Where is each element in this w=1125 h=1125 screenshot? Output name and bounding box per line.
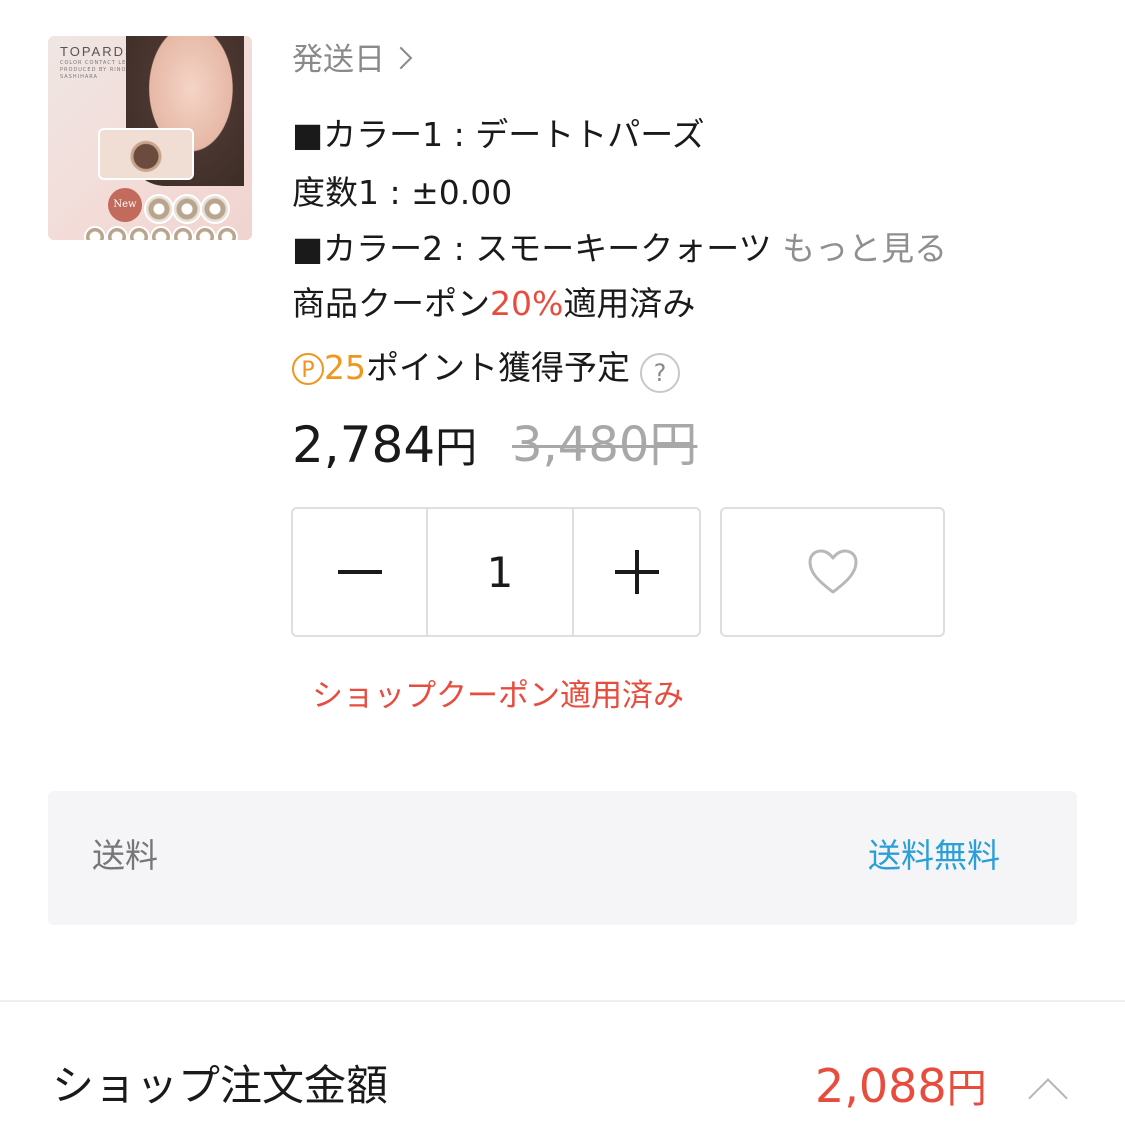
current-price: 2,784円: [292, 415, 477, 478]
quantity-value[interactable]: 1: [426, 509, 574, 635]
option-color1: ■カラー1 : デートトパーズ: [292, 115, 705, 154]
coupon-prefix: 商品クーポン: [292, 284, 490, 323]
show-more-link[interactable]: もっと見る: [782, 229, 947, 268]
heart-icon: [808, 549, 857, 594]
chevron-right-icon: [389, 46, 413, 70]
new-badge: New: [108, 188, 142, 222]
shop-total-currency: 円: [946, 1066, 987, 1112]
shop-total-value: 2,088: [815, 1059, 947, 1113]
lens-swatch: [216, 226, 238, 240]
thumbnail-brand: TOPARDS: [60, 44, 136, 59]
lens-swatch: [84, 226, 106, 240]
current-price-value: 2,784: [292, 416, 436, 474]
minus-icon: [337, 570, 382, 574]
plus-icon: [614, 550, 659, 594]
shop-total-label: ショップ注文金額: [52, 1061, 389, 1110]
lens-swatch: [172, 194, 202, 224]
lens-swatch: [144, 194, 174, 224]
eye-closeup: [98, 128, 194, 180]
coupon-suffix: 適用済み: [563, 284, 696, 323]
shop-total-amount: 2,088円: [815, 1060, 987, 1115]
shipping-date-label: 発送日: [292, 42, 385, 78]
lens-swatch: [128, 226, 150, 240]
shipping-label: 送料: [92, 836, 158, 875]
product-coupon-line: 商品クーポン20%適用済み: [292, 284, 695, 324]
product-thumbnail[interactable]: TOPARDS COLOR CONTACT LENSES PRODUCED BY…: [48, 36, 252, 240]
lens-swatch: [150, 226, 172, 240]
lens-swatch: [172, 226, 194, 240]
option-color2: ■カラー2 : スモーキークォーツ: [292, 229, 772, 268]
quantity-stepper: 1: [291, 507, 701, 637]
help-icon[interactable]: ?: [640, 353, 680, 393]
chevron-up-icon[interactable]: [1028, 1078, 1068, 1118]
decrease-quantity-button[interactable]: [293, 509, 426, 635]
lens-swatch: [200, 194, 230, 224]
option-color2-row: ■カラー2 : スモーキークォーツ もっと見る: [292, 229, 947, 269]
points-label: ポイント獲得予定: [366, 348, 630, 387]
shop-coupon-applied: ショップクーポン適用済み: [312, 678, 684, 714]
points-value: 25: [324, 348, 366, 387]
increase-quantity-button[interactable]: [574, 509, 699, 635]
shipping-date-link[interactable]: 発送日: [292, 40, 413, 80]
currency-label: 円: [435, 423, 478, 472]
section-divider: [0, 1000, 1125, 1002]
favorite-button[interactable]: [720, 507, 945, 637]
original-price: 3,480円: [512, 417, 698, 473]
coupon-percent: 20%: [490, 284, 564, 323]
option-power1: 度数1 : ±0.00: [292, 173, 513, 212]
lens-swatch: [106, 226, 128, 240]
shipping-value: 送料無料: [868, 836, 1000, 875]
point-icon: P: [292, 353, 324, 385]
points-row: P 25ポイント獲得予定?: [292, 348, 680, 393]
lens-swatch: [194, 226, 216, 240]
